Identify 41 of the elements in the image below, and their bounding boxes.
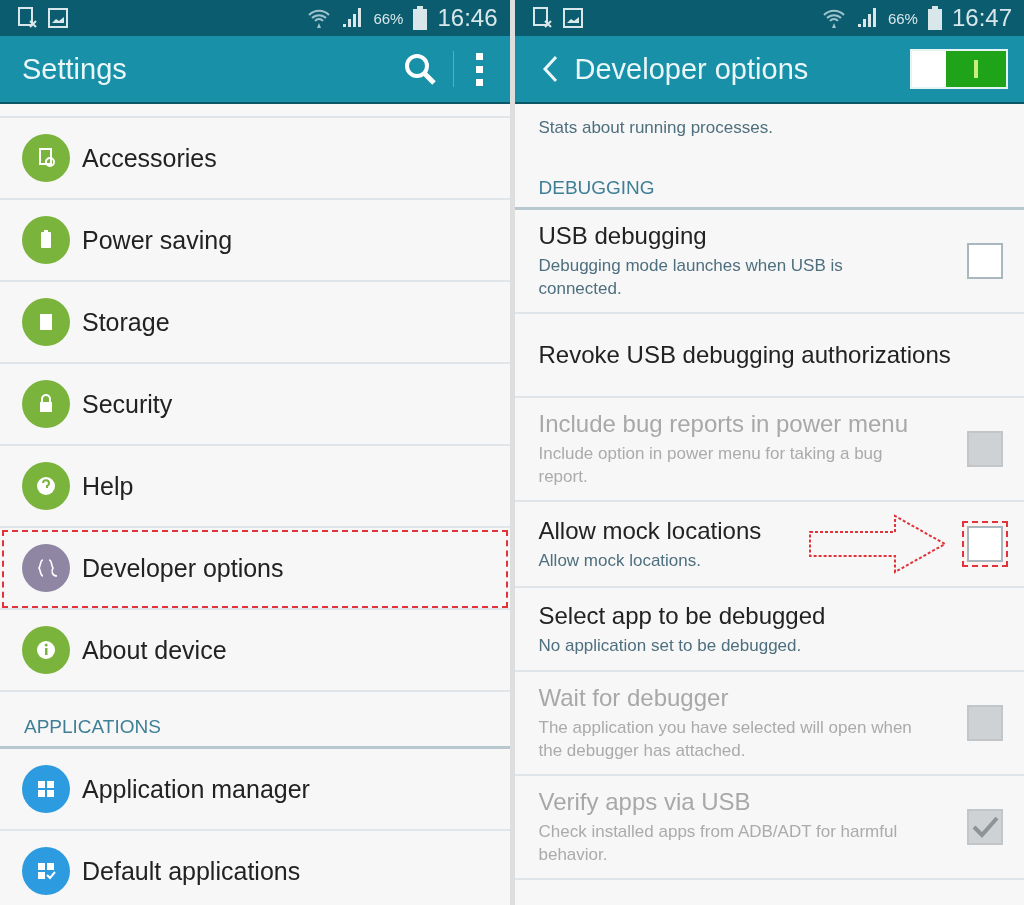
- wifi-icon: [821, 7, 846, 29]
- setting-title[interactable]: Allow mock locations: [538, 516, 794, 545]
- setting-description: Debugging mode launches when USB is connected.: [538, 255, 844, 300]
- screen-title: Developer options: [574, 52, 810, 86]
- wifi-icon: [307, 7, 332, 29]
- checkmark-icon: [971, 815, 999, 839]
- battery-percent: 66%: [373, 9, 404, 27]
- settings-item[interactable]: Developer options: [0, 528, 510, 610]
- section-header: DEBUGGING: [538, 177, 655, 198]
- clock: 16:47: [951, 4, 1012, 32]
- setting-description: Check installed apps from ADB/ADT for harmful behavior.: [538, 821, 899, 866]
- signal-icon: [855, 7, 878, 29]
- settings-item[interactable]: Default applications: [0, 831, 510, 905]
- clock: 16:46: [437, 4, 498, 32]
- signal-icon: [341, 7, 364, 29]
- section-header: APPLICATIONS: [24, 716, 161, 737]
- setting-description: Include option in power menu for taking a bug report.: [538, 443, 884, 488]
- settings-item[interactable]: Power saving: [0, 200, 510, 282]
- screen-title: Settings: [22, 52, 128, 86]
- battery-icon: [413, 6, 428, 30]
- settings-item[interactable]: Security: [0, 364, 510, 446]
- settings-item[interactable]: About device: [0, 610, 510, 692]
- toggle-switch[interactable]: [910, 49, 1008, 89]
- setting-title[interactable]: Revoke USB debugging authorizations: [538, 341, 1008, 369]
- setting-description: No application set to be debugged.: [538, 634, 803, 657]
- sim-icon: [532, 7, 553, 29]
- battery-percent: 66%: [887, 9, 918, 27]
- settings-item[interactable]: Accessories: [0, 118, 510, 200]
- setting-description: The application you have selected will open when the debugger has attached.: [538, 717, 913, 762]
- setting-title[interactable]: USB debugging: [538, 222, 948, 250]
- setting-description: Stats about running processes.: [538, 118, 773, 137]
- settings-item[interactable]: Storage: [0, 282, 510, 364]
- image-icon: [48, 8, 68, 28]
- setting-description: Allow mock locations.: [538, 549, 702, 572]
- sim-icon: [18, 7, 38, 29]
- image-icon: [562, 8, 583, 28]
- settings-item[interactable]: Application manager: [0, 749, 510, 831]
- setting-title[interactable]: Select app to be debugged: [538, 601, 1008, 630]
- checkbox[interactable]: [967, 243, 1003, 279]
- settings-item[interactable]: Help: [0, 446, 510, 528]
- battery-icon: [927, 6, 942, 30]
